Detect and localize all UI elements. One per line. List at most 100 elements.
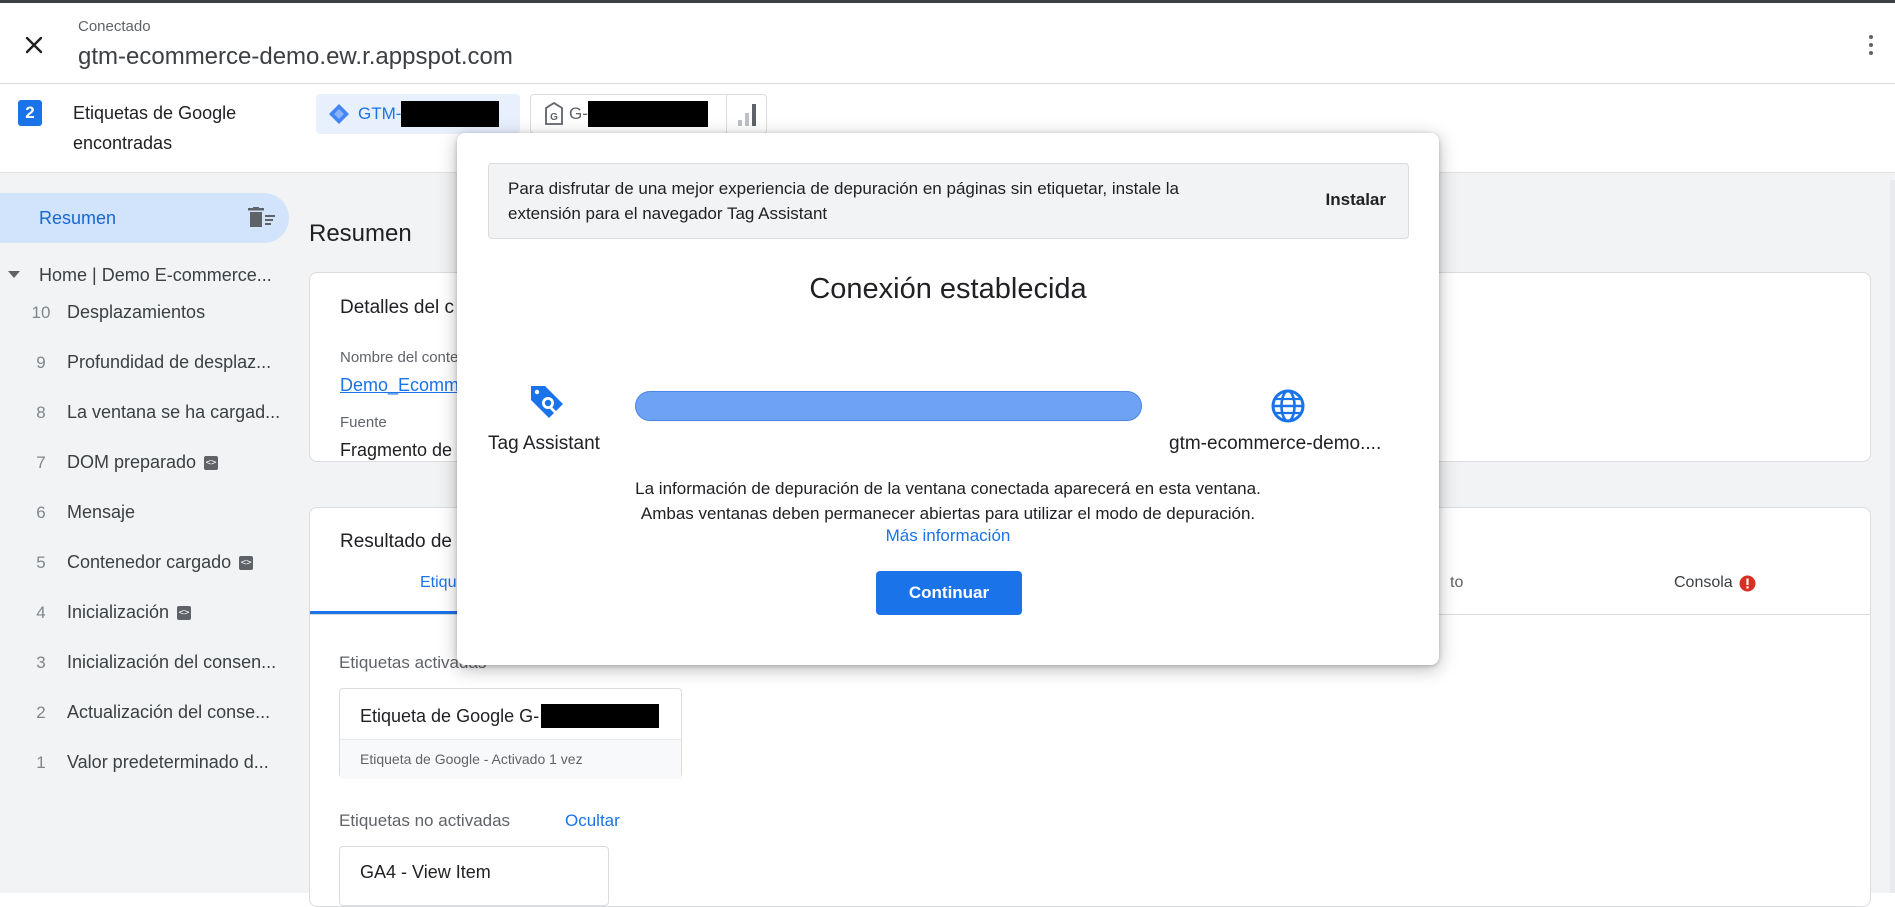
code-icon: <> (177, 606, 192, 621)
source-label: Fuente (340, 414, 387, 431)
sidebar-event-item[interactable]: 10 Desplazamientos (0, 295, 289, 329)
fired-tag-subtitle: Etiqueta de Google - Activado 1 vez (360, 751, 583, 767)
app-header: Conectado gtm-ecommerce-demo.ew.r.appspo… (0, 3, 1895, 84)
event-label: DOM preparado (67, 452, 197, 472)
source-value: Fragmento de g (340, 440, 468, 460)
event-number: 10 (31, 303, 51, 322)
event-label-wrap: Inicialización <> (67, 602, 192, 623)
event-label-wrap: DOM preparado <> (67, 452, 219, 473)
more-menu-button[interactable] (1859, 29, 1883, 61)
sidebar-event-item[interactable]: 7 DOM preparado <> (0, 445, 289, 479)
event-label: Contenedor cargado (67, 552, 232, 572)
event-number: 6 (36, 503, 46, 522)
fired-tag-card[interactable]: Etiqueta de Google G- Etiqueta de Google… (339, 688, 682, 779)
chip-divider (726, 95, 727, 133)
page-title: Resumen (309, 220, 412, 247)
banner-text: Para disfrutar de una mejor experiencia … (508, 179, 1179, 223)
event-label: Desplazamientos (67, 302, 206, 322)
more-info-row: Más información (457, 526, 1439, 546)
tag-assistant-label: Tag Assistant (488, 433, 600, 454)
connection-status: Conectado (78, 18, 151, 35)
sidebar-summary-label: Resumen (39, 208, 117, 228)
event-sidebar: Resumen Home | Demo E-commerce... 10 Des… (0, 173, 300, 893)
install-button[interactable]: Instalar (1326, 190, 1386, 210)
clear-list-icon[interactable] (248, 207, 276, 229)
event-number: 8 (36, 403, 46, 422)
container-name-link[interactable]: Demo_Ecomme (340, 375, 469, 396)
sidebar-event-item[interactable]: 1 Valor predeterminado d... (0, 745, 289, 779)
debug-info-line-1: La información de depuración de la venta… (635, 479, 1261, 498)
event-label-wrap: Contenedor cargado <> (67, 552, 254, 573)
event-number: 5 (36, 553, 46, 572)
signal-bars-icon (738, 104, 756, 126)
sidebar-event-item[interactable]: 9 Profundidad de desplaz... (0, 345, 289, 379)
gtm-container-chip[interactable]: GTM- (316, 94, 520, 134)
sidebar-item-summary[interactable]: Resumen (0, 193, 289, 243)
redacted-id (541, 704, 660, 728)
event-number: 1 (36, 753, 46, 772)
tags-count-badge: 2 (18, 100, 42, 126)
connected-url: gtm-ecommerce-demo.ew.r.appspot.com (78, 43, 513, 70)
tab-console[interactable]: Consola (1674, 574, 1756, 592)
fired-tag-title-row: Etiqueta de Google G- (360, 704, 660, 728)
google-tag-icon: G (545, 102, 563, 125)
ga-chip-label: G- (569, 104, 588, 123)
connection-progress-bar (635, 391, 1142, 421)
code-icon: <> (204, 456, 219, 471)
more-vert-icon (1869, 35, 1873, 39)
code-icon: <> (239, 556, 254, 571)
event-number: 9 (36, 353, 46, 372)
debug-info-line-2: Ambas ventanas deben permanecer abiertas… (640, 504, 1256, 523)
redacted-id (401, 101, 500, 127)
not-fired-tag-title: GA4 - View Item (360, 862, 491, 882)
more-vert-icon-dot (1869, 43, 1873, 47)
event-label: Valor predeterminado d... (67, 752, 269, 772)
event-label: Inicialización (67, 602, 170, 622)
gtm-diamond-icon (329, 104, 349, 124)
connected-site-label: gtm-ecommerce-demo.... (1169, 433, 1382, 454)
expand-arrow-icon[interactable] (8, 271, 20, 278)
sidebar-event-item[interactable]: 2 Actualización del conse... (0, 695, 289, 729)
sidebar-page-item[interactable]: Home | Demo E-commerce... (0, 261, 289, 291)
more-info-link[interactable]: Más información (886, 526, 1011, 545)
tab-console-label: Consola (1674, 574, 1733, 591)
install-extension-banner: Para disfrutar de una mejor experiencia … (488, 163, 1409, 239)
close-button[interactable] (18, 29, 50, 61)
fired-tag-title: Etiqueta de Google G- (360, 705, 540, 726)
gtm-chip-label: GTM- (358, 104, 402, 123)
event-number: 3 (36, 653, 46, 672)
tag-assistant-icon (531, 386, 563, 418)
tags-found-label: Etiquetas de Google encontradas (73, 103, 237, 153)
event-number: 4 (36, 603, 46, 622)
results-card-title: Resultado de (340, 531, 452, 552)
debug-info-text: La información de depuración de la venta… (457, 476, 1439, 526)
scrollbar[interactable] (1890, 180, 1895, 893)
more-vert-icon-dot (1869, 51, 1873, 55)
hide-link[interactable]: Ocultar (565, 811, 620, 831)
details-card-title: Detalles del c (340, 297, 455, 318)
dialog-title: Conexión establecida (809, 273, 1087, 305)
sidebar-event-item[interactable]: 4 Inicialización <> (0, 595, 289, 629)
sidebar-page-label: Home | Demo E-commerce... (39, 265, 272, 285)
svg-text:G: G (550, 112, 558, 123)
connection-dialog: Para disfrutar de una mejor experiencia … (457, 133, 1439, 665)
event-label: Inicialización del consen... (67, 652, 277, 672)
globe-icon (1271, 389, 1305, 423)
sidebar-event-item[interactable]: 3 Inicialización del consen... (0, 645, 289, 679)
container-name-label: Nombre del conte (340, 349, 459, 366)
continue-button[interactable]: Continuar (876, 571, 1022, 615)
event-label: La ventana se ha cargad... (67, 402, 281, 422)
event-label: Actualización del conse... (67, 702, 271, 722)
fired-tag-footer: Etiqueta de Google - Activado 1 vez (340, 739, 681, 779)
event-number: 2 (36, 703, 46, 722)
sidebar-event-item[interactable]: 8 La ventana se ha cargad... (0, 395, 289, 429)
redacted-id (587, 101, 708, 127)
ga-tag-chip[interactable]: G G- (530, 94, 767, 134)
sidebar-event-item[interactable]: 6 Mensaje (0, 495, 289, 529)
tab-partial[interactable]: to (1450, 574, 1463, 592)
close-icon (25, 36, 43, 54)
not-fired-tags-label: Etiquetas no activadas (339, 811, 511, 830)
event-label: Mensaje (67, 502, 136, 522)
not-fired-tag-card[interactable]: GA4 - View Item (339, 846, 609, 906)
sidebar-event-item[interactable]: 5 Contenedor cargado <> (0, 545, 289, 579)
